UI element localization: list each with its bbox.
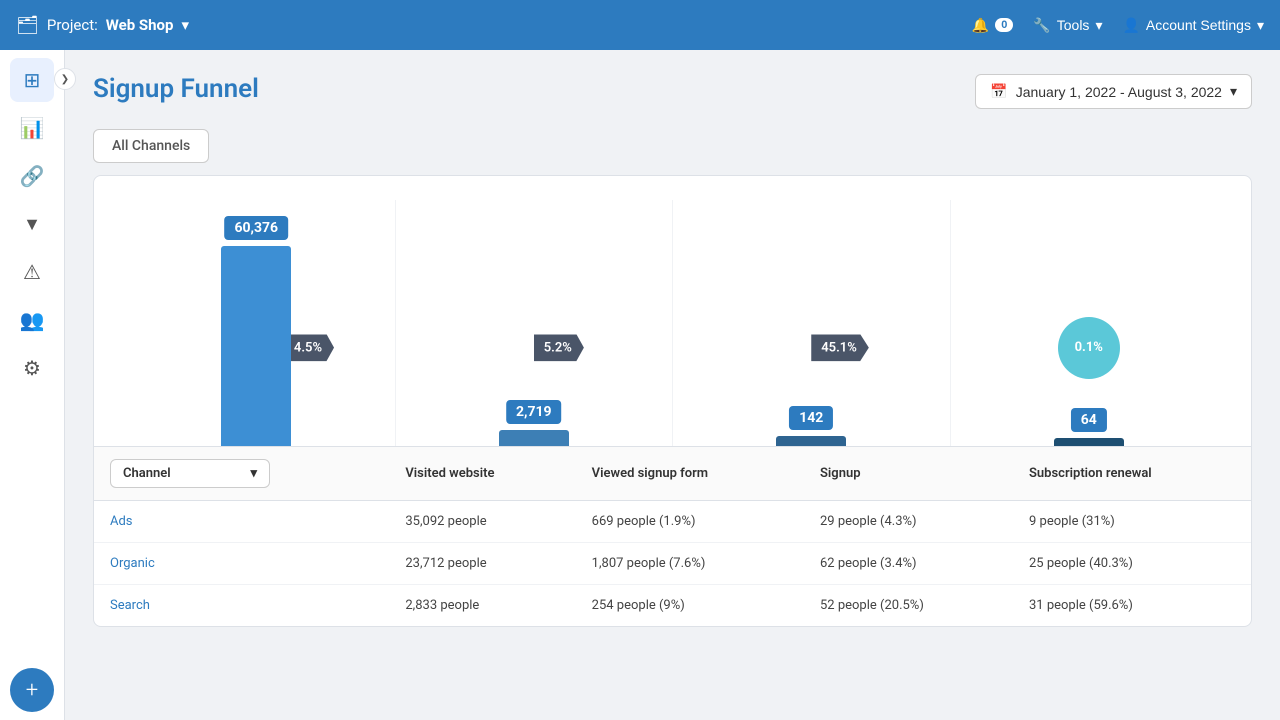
notification-button[interactable]: 🔔 0 [972, 17, 1014, 34]
signup-cell: 29 people (4.3%) [804, 501, 1013, 543]
channel-dropdown-chevron-icon: ▾ [250, 466, 257, 481]
project-name: Web Shop [106, 16, 174, 34]
table-row: Ads 35,092 people 669 people (1.9%) 29 p… [94, 501, 1251, 543]
viewed-cell: 669 people (1.9%) [576, 501, 804, 543]
visited-cell: 2,833 people [389, 585, 575, 627]
project-label: Project: [47, 16, 98, 34]
channel-link[interactable]: Search [110, 598, 150, 613]
date-range-picker[interactable]: 📅 January 1, 2022 - August 3, 2022 ▾ [975, 74, 1252, 109]
sidebar-item-settings[interactable]: ⚙ [10, 346, 54, 390]
notification-bell-icon: 🔔 [972, 17, 989, 34]
visited-cell: 35,092 people [389, 501, 575, 543]
account-person-icon: 👤 [1122, 17, 1139, 34]
account-chevron-icon: ▾ [1257, 17, 1264, 34]
visited-column-header: Visited website [389, 447, 575, 501]
filter-funnel-icon: ▼ [23, 214, 41, 235]
date-range-chevron-icon: ▾ [1230, 83, 1237, 100]
funnel-col-visited: 4.5% 60,376 [118, 200, 396, 446]
sidebar-item-chart[interactable]: 📊 [10, 106, 54, 150]
signup-column-header: Signup [804, 447, 1013, 501]
bar-signup: 45.1% 142 [673, 200, 950, 446]
folder-icon: 🗂 [16, 15, 39, 36]
bar-1: 60,376 [221, 246, 291, 446]
sidebar-toggle-button[interactable]: ❯ [54, 68, 76, 90]
bar-3-label: 142 [789, 406, 833, 430]
links-chain-icon: 🔗 [20, 164, 45, 188]
bar-renewal: 0.1% 64 [951, 200, 1228, 446]
channel-column-header: Channel ▾ [94, 447, 389, 501]
bar-4-label: 64 [1071, 408, 1107, 432]
tools-label: Tools [1057, 17, 1090, 33]
circle-badge-renewal: 0.1% [1058, 317, 1120, 379]
table-row: Search 2,833 people 254 people (9%) 52 p… [94, 585, 1251, 627]
alert-triangle-icon: ⚠ [23, 260, 41, 284]
channel-dropdown-label: Channel [123, 466, 171, 481]
signup-cell: 52 people (20.5%) [804, 585, 1013, 627]
bar-chart-icon: 📊 [20, 116, 45, 140]
bar-visited: 4.5% 60,376 [118, 200, 395, 446]
page-title: Signup Funnel [93, 74, 259, 104]
renewal-column-header: Subscription renewal [1013, 447, 1251, 501]
notification-badge: 0 [995, 18, 1013, 32]
chevron-right-icon: ❯ [61, 74, 69, 85]
viewed-cell: 1,807 people (7.6%) [576, 543, 804, 585]
funnel-chart-container: 4.5% 60,376 5.2% 2,719 [93, 175, 1252, 627]
sidebar-item-links[interactable]: 🔗 [10, 154, 54, 198]
channel-link[interactable]: Organic [110, 556, 155, 571]
add-new-button[interactable]: + [10, 668, 54, 712]
renewal-cell: 9 people (31%) [1013, 501, 1251, 543]
funnel-col-renewal: 0.1% 64 [951, 200, 1228, 446]
visited-cell: 23,712 people [389, 543, 575, 585]
funnel-table: Channel ▾ Visited website Viewed signup … [94, 446, 1251, 626]
bar-2: 2,719 [499, 430, 569, 446]
sidebar-item-filter[interactable]: ▼ [10, 202, 54, 246]
viewed-cell: 254 people (9%) [576, 585, 804, 627]
signup-cell: 62 people (3.4%) [804, 543, 1013, 585]
viewed-column-header: Viewed signup form [576, 447, 804, 501]
dashboard-grid-icon: ⊞ [24, 68, 41, 92]
chart-area: 4.5% 60,376 5.2% 2,719 [94, 176, 1251, 446]
sidebar-item-alert[interactable]: ⚠ [10, 250, 54, 294]
conversion-badge-2: 5.2% [534, 334, 584, 361]
main-content: Signup Funnel 📅 January 1, 2022 - August… [65, 50, 1280, 720]
page-header: Signup Funnel 📅 January 1, 2022 - August… [93, 74, 1252, 109]
tools-wrench-icon: 🔧 [1033, 17, 1050, 34]
bar-1-label: 60,376 [224, 216, 288, 240]
add-plus-icon: + [26, 678, 38, 703]
conversion-badge-1: 4.5% [284, 334, 334, 361]
top-navigation: 🗂 Project: Web Shop ▾ 🔔 0 🔧 Tools ▾ 👤 Ac… [0, 0, 1280, 50]
channel-link[interactable]: Ads [110, 514, 133, 529]
account-settings-label: Account Settings [1146, 17, 1251, 33]
table-row: Organic 23,712 people 1,807 people (7.6%… [94, 543, 1251, 585]
tools-button[interactable]: 🔧 Tools ▾ [1033, 17, 1102, 34]
project-chevron-icon[interactable]: ▾ [181, 16, 189, 34]
settings-gear-icon: ⚙ [23, 356, 41, 380]
conversion-badge-3: 45.1% [811, 334, 869, 361]
calendar-icon: 📅 [990, 83, 1007, 100]
channels-bar: All Channels [93, 129, 1252, 163]
bar-viewed: 5.2% 2,719 [396, 200, 673, 446]
all-channels-tab[interactable]: All Channels [93, 129, 209, 163]
channel-cell: Organic [94, 543, 389, 585]
bar-4: 64 [1054, 438, 1124, 446]
sidebar-item-users[interactable]: 👥 [10, 298, 54, 342]
users-group-icon: 👥 [20, 308, 45, 332]
tools-chevron-icon: ▾ [1095, 17, 1102, 34]
date-range-label: January 1, 2022 - August 3, 2022 [1016, 84, 1222, 100]
funnel-col-viewed: 5.2% 2,719 [396, 200, 674, 446]
channel-cell: Search [94, 585, 389, 627]
funnel-col-signup: 45.1% 142 [673, 200, 951, 446]
sidebar: ⊞ 📊 🔗 ▼ ⚠ 👥 ⚙ + [0, 50, 65, 720]
bar-2-label: 2,719 [506, 400, 562, 424]
account-settings-button[interactable]: 👤 Account Settings ▾ [1122, 17, 1264, 34]
renewal-cell: 31 people (59.6%) [1013, 585, 1251, 627]
channel-cell: Ads [94, 501, 389, 543]
channel-dropdown[interactable]: Channel ▾ [110, 459, 270, 488]
sidebar-item-dashboard[interactable]: ⊞ [10, 58, 54, 102]
renewal-cell: 25 people (40.3%) [1013, 543, 1251, 585]
bar-3: 142 [776, 436, 846, 446]
